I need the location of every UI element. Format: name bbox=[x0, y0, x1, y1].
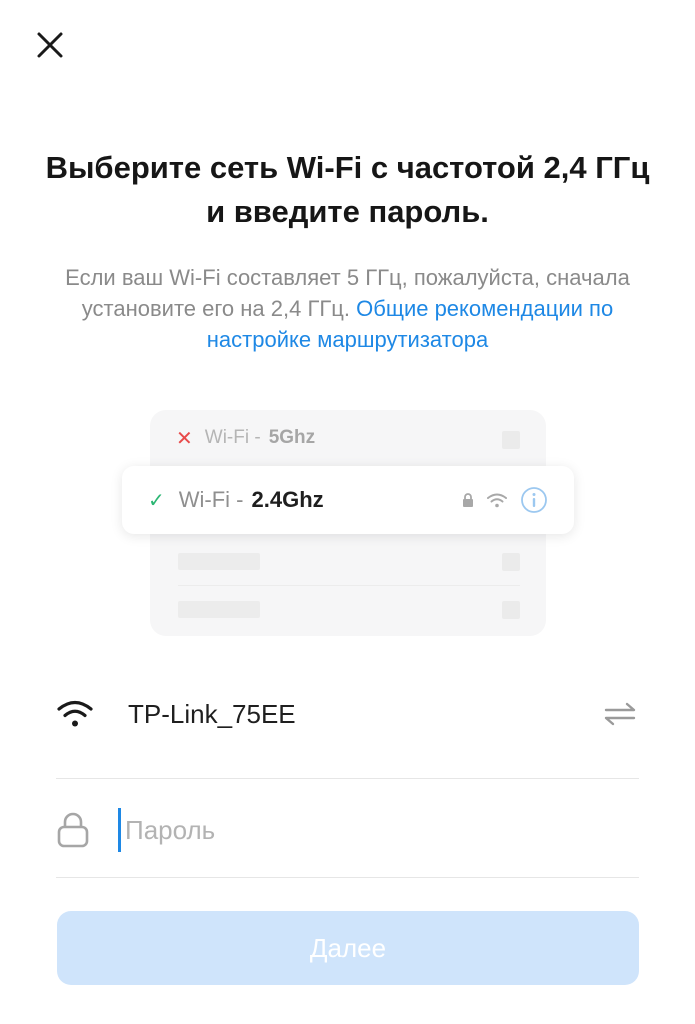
placeholder-square bbox=[502, 601, 520, 619]
illustration-card-icons bbox=[462, 485, 548, 515]
close-icon bbox=[37, 32, 63, 58]
divider bbox=[56, 778, 639, 779]
wifi-setup-page: Выберите сеть Wi-Fi с частотой 2,4 ГГц и… bbox=[0, 0, 695, 1024]
password-input[interactable] bbox=[118, 808, 605, 852]
illustration-row-24ghz: ✓ Wi-Fi - 2.4Ghz bbox=[148, 485, 324, 515]
wifi-icon bbox=[57, 700, 93, 727]
placeholder-square bbox=[502, 431, 520, 449]
page-subtitle: Если ваш Wi-Fi составляет 5 ГГц, пожалуй… bbox=[50, 262, 645, 355]
switch-icon[interactable] bbox=[603, 701, 637, 727]
illustration-row-5ghz: ✕ Wi-Fi - 5Ghz bbox=[176, 424, 315, 452]
illustration-5ghz-prefix: Wi-Fi - bbox=[204, 427, 261, 448]
password-row bbox=[56, 802, 639, 858]
illustration-24ghz-band: 2.4Ghz bbox=[251, 487, 324, 512]
illustration-card-24ghz: ✓ Wi-Fi - 2.4Ghz bbox=[122, 466, 574, 534]
placeholder-bar bbox=[178, 553, 260, 570]
cross-icon: ✕ bbox=[176, 427, 193, 450]
divider bbox=[56, 877, 639, 878]
wifi-icon bbox=[487, 493, 507, 508]
lock-icon bbox=[463, 493, 473, 507]
network-ssid: TP-Link_75EE bbox=[128, 698, 296, 729]
placeholder-bar bbox=[178, 601, 260, 618]
illustration-5ghz-band: 5Ghz bbox=[268, 427, 316, 448]
check-icon: ✓ bbox=[148, 489, 165, 512]
page-title: Выберите сеть Wi-Fi с частотой 2,4 ГГц и… bbox=[45, 150, 650, 229]
info-icon bbox=[521, 487, 547, 513]
next-button[interactable]: Далее bbox=[57, 911, 639, 985]
placeholder-square bbox=[502, 553, 520, 571]
placeholder-divider bbox=[178, 585, 520, 586]
illustration-24ghz-prefix: Wi-Fi - bbox=[178, 487, 244, 512]
network-row[interactable]: TP-Link_75EE bbox=[56, 686, 639, 742]
close-button[interactable] bbox=[30, 25, 70, 65]
lock-icon bbox=[57, 812, 89, 848]
